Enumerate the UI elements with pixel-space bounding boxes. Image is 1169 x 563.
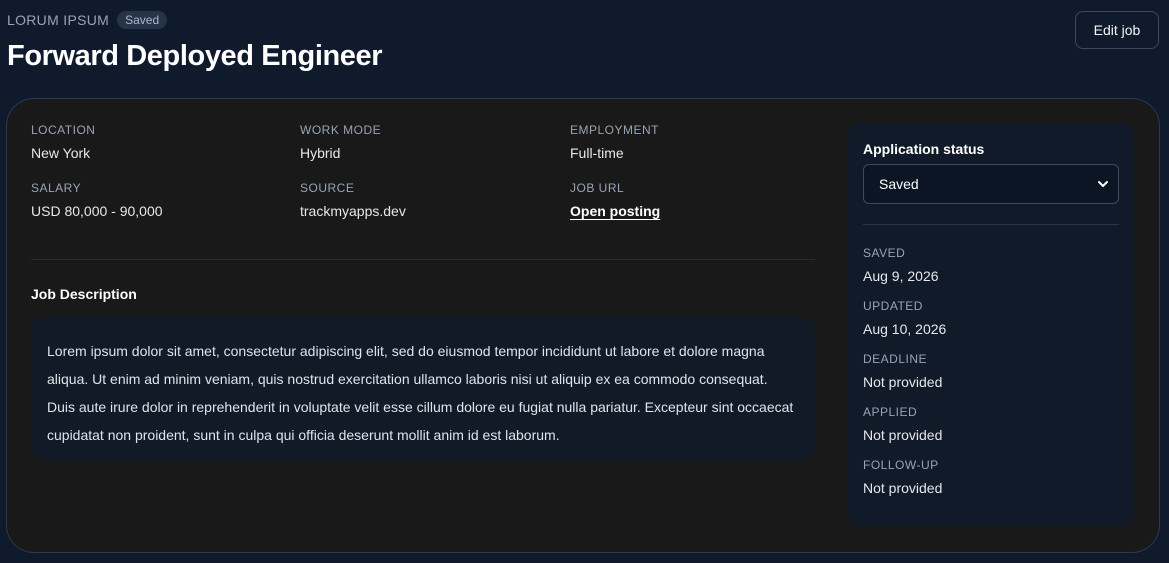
page-title: Forward Deployed Engineer (7, 40, 383, 72)
saved-value: Aug 9, 2026 (863, 268, 939, 284)
company-row: LORUM IPSUM Saved (7, 11, 168, 29)
chevron-down-icon (1098, 181, 1108, 187)
work-mode-field: WORK MODE Hybrid (300, 123, 570, 161)
source-field: SOURCE trackmyapps.dev (300, 181, 570, 221)
job-url-label: JOB URL (570, 181, 625, 195)
open-posting-link[interactable]: Open posting (570, 203, 660, 219)
follow-up-value: Not provided (863, 480, 943, 496)
work-mode-label: WORK MODE (300, 123, 382, 137)
edit-job-button[interactable]: Edit job (1075, 11, 1159, 49)
location-value: New York (31, 145, 91, 161)
description-heading: Job Description (31, 286, 137, 302)
salary-value: USD 80,000 - 90,000 (31, 203, 163, 219)
application-status-panel: Application status Saved SAVED Aug 9, 20… (848, 123, 1134, 526)
status-divider (863, 224, 1119, 225)
employment-label: EMPLOYMENT (570, 123, 660, 137)
deadline-label: DEADLINE (863, 352, 928, 366)
follow-up-date: FOLLOW-UP Not provided (863, 458, 1119, 496)
job-details-grid: LOCATION New York WORK MODE Hybrid EMPLO… (31, 123, 815, 221)
job-url-field: JOB URL Open posting (570, 181, 815, 221)
description-text: Lorem ipsum dolor sit amet, consectetur … (31, 317, 815, 461)
location-label: LOCATION (31, 123, 96, 137)
applied-date: APPLIED Not provided (863, 405, 1119, 443)
updated-value: Aug 10, 2026 (863, 321, 947, 337)
company-name: LORUM IPSUM (7, 12, 110, 28)
applied-value: Not provided (863, 427, 943, 443)
work-mode-value: Hybrid (300, 145, 341, 161)
job-detail-page: LORUM IPSUM Saved Forward Deployed Engin… (0, 0, 1169, 563)
deadline-date: DEADLINE Not provided (863, 352, 1119, 390)
salary-field: SALARY USD 80,000 - 90,000 (31, 181, 300, 221)
saved-date: SAVED Aug 9, 2026 (863, 246, 1119, 284)
source-label: SOURCE (300, 181, 355, 195)
salary-label: SALARY (31, 181, 82, 195)
updated-label: UPDATED (863, 299, 923, 313)
employment-value: Full-time (570, 145, 624, 161)
status-badge: Saved (117, 11, 168, 29)
location-field: LOCATION New York (31, 123, 300, 161)
updated-date: UPDATED Aug 10, 2026 (863, 299, 1119, 337)
employment-field: EMPLOYMENT Full-time (570, 123, 815, 161)
source-value: trackmyapps.dev (300, 203, 406, 219)
job-card: LOCATION New York WORK MODE Hybrid EMPLO… (6, 98, 1160, 553)
application-status-label: Application status (863, 141, 985, 157)
saved-label: SAVED (863, 246, 906, 260)
deadline-value: Not provided (863, 374, 943, 390)
application-status-select[interactable]: Saved (863, 164, 1119, 204)
status-select-value: Saved (879, 176, 919, 192)
details-divider (31, 259, 815, 260)
applied-label: APPLIED (863, 405, 918, 419)
follow-up-label: FOLLOW-UP (863, 458, 939, 472)
